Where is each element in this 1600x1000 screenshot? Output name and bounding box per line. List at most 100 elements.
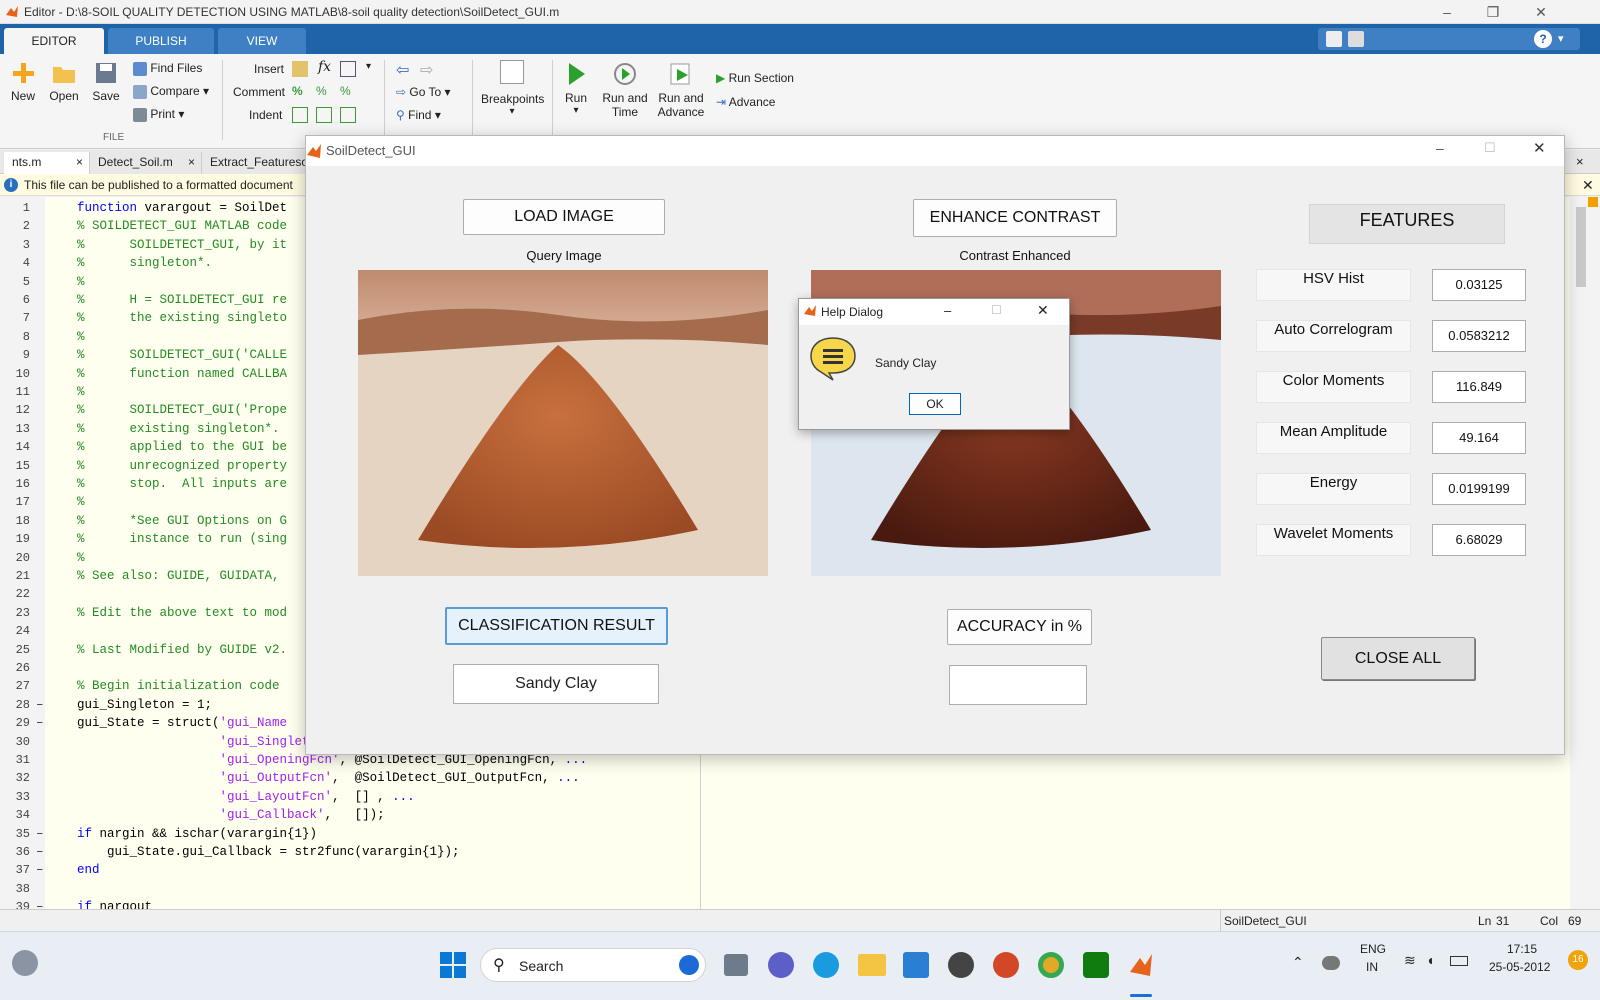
breakpoint-marker[interactable]: – bbox=[36, 863, 44, 877]
code-line[interactable]: % Edit the above text to mod bbox=[77, 606, 287, 620]
save-button[interactable]: Save bbox=[90, 60, 122, 103]
dell-icon[interactable] bbox=[948, 952, 974, 978]
code-line[interactable]: % SOILDETECT_GUI MATLAB code bbox=[77, 219, 287, 233]
taskbar-search[interactable]: ⚲ Search bbox=[480, 948, 706, 982]
accuracy-field[interactable] bbox=[949, 665, 1087, 705]
feature-value-field[interactable]: 0.0583212 bbox=[1432, 320, 1526, 352]
code-line[interactable]: % unrecognized property bbox=[77, 459, 287, 473]
breakpoint-marker[interactable]: – bbox=[36, 827, 44, 841]
file-tab[interactable]: Extract_Featureso bbox=[202, 152, 312, 174]
powerpoint-icon[interactable] bbox=[993, 952, 1019, 978]
run-and-advance-button[interactable]: Run and Advance bbox=[656, 60, 706, 119]
close-icon[interactable]: ✕ bbox=[1518, 0, 1564, 24]
print-button[interactable]: Print ▾ bbox=[133, 107, 184, 122]
run-and-time-button[interactable]: Run and Time bbox=[600, 60, 650, 119]
run-button[interactable]: Run ▾ bbox=[558, 60, 594, 116]
quick-save-all-icon[interactable] bbox=[1348, 31, 1364, 47]
code-line[interactable]: % instance to run (sing bbox=[77, 532, 287, 546]
increase-indent-icon[interactable] bbox=[316, 107, 332, 123]
file-tab[interactable]: nts.m × bbox=[4, 152, 90, 174]
accuracy-button[interactable]: ACCURACY in % bbox=[947, 609, 1092, 645]
code-line[interactable]: % Begin initialization code bbox=[77, 679, 280, 693]
feature-value-field[interactable]: 116.849 bbox=[1432, 371, 1526, 403]
notification-badge[interactable]: 16 bbox=[1568, 950, 1588, 970]
breakpoint-marker[interactable]: – bbox=[36, 716, 44, 730]
tab-view[interactable]: VIEW bbox=[218, 28, 306, 54]
enhance-contrast-button[interactable]: ENHANCE CONTRAST bbox=[913, 199, 1117, 237]
code-line[interactable]: 'gui_OpeningFcn', @SoilDetect_GUI_Openin… bbox=[77, 753, 588, 767]
compare-button[interactable]: Compare ▾ bbox=[133, 84, 209, 99]
file-explorer-icon[interactable] bbox=[858, 954, 886, 976]
insert-function-icon[interactable] bbox=[340, 61, 356, 77]
battery-icon[interactable] bbox=[1450, 956, 1468, 966]
maximize-icon[interactable]: ☐ bbox=[991, 303, 1002, 317]
insert-button[interactable]: Insert bbox=[254, 62, 284, 76]
goto-button[interactable]: ⇨ Go To ▾ bbox=[396, 85, 451, 99]
ok-button[interactable]: OK bbox=[909, 393, 961, 415]
code-line[interactable]: % See also: GUIDE, GUIDATA, bbox=[77, 569, 280, 583]
matlab-taskbar-icon[interactable] bbox=[1128, 952, 1154, 978]
onedrive-icon[interactable] bbox=[1322, 956, 1340, 970]
smart-indent-icon[interactable] bbox=[292, 107, 308, 123]
classification-result-field[interactable]: Sandy Clay bbox=[453, 664, 659, 704]
uncomment-icon[interactable]: % bbox=[316, 84, 332, 100]
code-line[interactable]: gui_State = struct('gui_Name bbox=[77, 716, 287, 730]
code-line[interactable]: % function named CALLBA bbox=[77, 367, 287, 381]
restore-icon[interactable]: ❐ bbox=[1470, 0, 1516, 24]
close-icon[interactable]: ✕ bbox=[1037, 302, 1049, 319]
insert-section-icon[interactable] bbox=[292, 61, 308, 77]
weather-icon[interactable] bbox=[12, 950, 38, 976]
find-button[interactable]: ⚲ Find ▾ bbox=[396, 108, 441, 122]
minimize-icon[interactable]: – bbox=[944, 303, 951, 318]
feature-value-field[interactable]: 0.0199199 bbox=[1432, 473, 1526, 505]
code-line[interactable]: % bbox=[77, 330, 85, 344]
windows-start-icon[interactable] bbox=[440, 952, 466, 978]
minimize-icon[interactable]: – bbox=[1436, 140, 1444, 156]
code-line[interactable]: % applied to the GUI be bbox=[77, 440, 287, 454]
code-line[interactable]: % bbox=[77, 385, 85, 399]
code-line[interactable]: 'gui_Callback', []); bbox=[77, 808, 385, 822]
scrollbar-thumb[interactable] bbox=[1576, 207, 1586, 287]
advance-button[interactable]: ⇥ Advance bbox=[716, 95, 775, 109]
code-line[interactable]: if nargin && ischar(varargin{1}) bbox=[77, 827, 317, 841]
chrome-icon[interactable] bbox=[1038, 952, 1064, 978]
back-arrow-icon[interactable]: ⇦ bbox=[396, 60, 409, 80]
code-line[interactable]: % stop. All inputs are bbox=[77, 477, 287, 491]
classification-result-button[interactable]: CLASSIFICATION RESULT bbox=[445, 607, 668, 645]
vertical-scrollbar[interactable] bbox=[1570, 197, 1600, 909]
volume-icon[interactable]: ◖ bbox=[1426, 952, 1434, 968]
breakpoint-marker[interactable]: – bbox=[36, 845, 44, 859]
close-tab-icon[interactable]: × bbox=[188, 152, 195, 172]
code-line[interactable]: gui_State.gui_Callback = str2func(vararg… bbox=[77, 845, 460, 859]
code-line[interactable]: % SOILDETECT_GUI, by it bbox=[77, 238, 287, 252]
clock-time[interactable]: 17:15 bbox=[1507, 942, 1537, 956]
code-line[interactable]: % singleton*. bbox=[77, 256, 212, 270]
load-image-button[interactable]: LOAD IMAGE bbox=[463, 199, 665, 235]
teams-icon[interactable] bbox=[768, 952, 794, 978]
store-icon[interactable] bbox=[903, 952, 929, 978]
edge-icon[interactable] bbox=[813, 952, 839, 978]
code-line[interactable]: function varargout = SoilDet bbox=[77, 201, 287, 215]
code-line[interactable]: % SOILDETECT_GUI('Prope bbox=[77, 403, 287, 417]
code-line[interactable]: % bbox=[77, 551, 85, 565]
breakpoints-button[interactable]: Breakpoints ▾ bbox=[481, 60, 544, 117]
code-line[interactable]: % existing singleton*. bbox=[77, 422, 280, 436]
breakpoint-marker[interactable]: – bbox=[36, 698, 44, 712]
code-line[interactable]: gui_Singleton = 1; bbox=[77, 698, 212, 712]
close-icon[interactable]: ✕ bbox=[1533, 139, 1546, 157]
open-button[interactable]: Open bbox=[48, 60, 80, 103]
tab-publish[interactable]: PUBLISH bbox=[108, 28, 214, 54]
close-tab-icon[interactable]: × bbox=[76, 152, 83, 172]
code-line[interactable]: 'gui_LayoutFcn', [] , ... bbox=[77, 790, 415, 804]
expand-icon[interactable]: ▾ bbox=[1558, 32, 1564, 45]
chevron-up-icon[interactable]: ⌃ bbox=[1292, 954, 1304, 971]
code-line[interactable]: % H = SOILDETECT_GUI re bbox=[77, 293, 287, 307]
new-button[interactable]: New bbox=[8, 60, 38, 103]
wrap-comment-icon[interactable]: % bbox=[340, 84, 356, 100]
code-line[interactable]: end bbox=[77, 863, 100, 877]
insert-dropdown-icon[interactable]: ▾ bbox=[366, 61, 371, 72]
indent-button[interactable]: Indent bbox=[249, 108, 282, 122]
maximize-icon[interactable]: ☐ bbox=[1484, 140, 1496, 156]
feature-value-field[interactable]: 49.164 bbox=[1432, 422, 1526, 454]
comment-button[interactable]: Comment bbox=[233, 85, 285, 99]
